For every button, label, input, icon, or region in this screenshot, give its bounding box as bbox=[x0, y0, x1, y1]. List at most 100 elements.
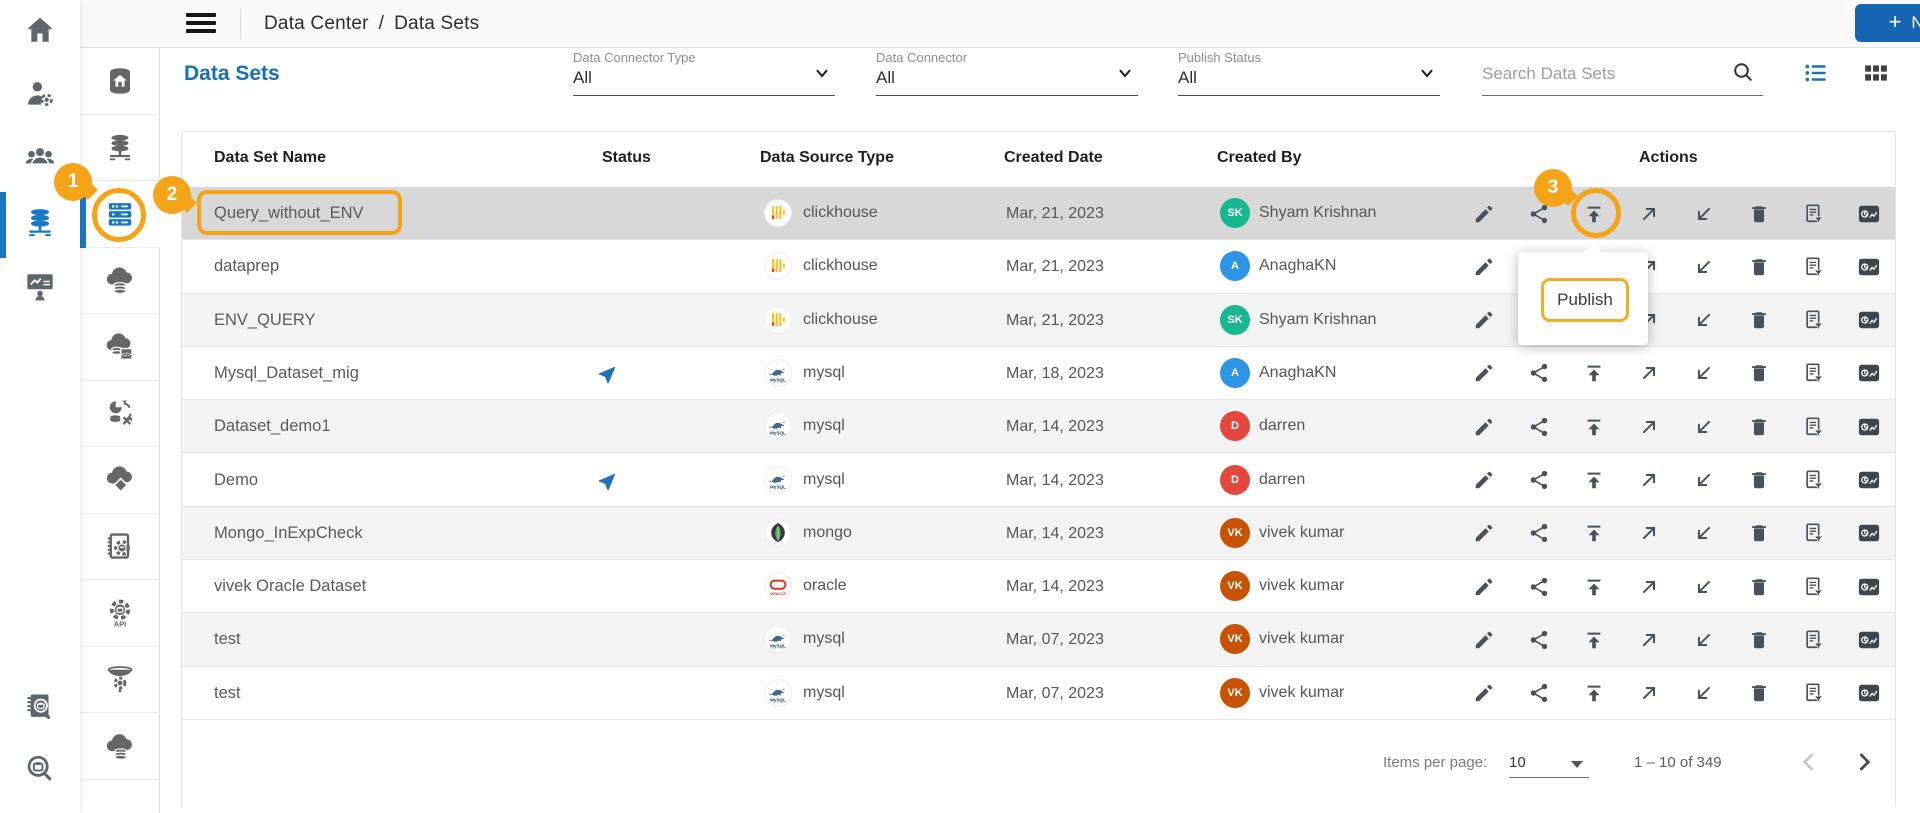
delete-action-icon[interactable] bbox=[1748, 682, 1770, 704]
delete-action-icon[interactable] bbox=[1748, 469, 1770, 491]
edit-action-icon[interactable] bbox=[1473, 362, 1495, 384]
filter-data-connector[interactable]: Data Connector All bbox=[876, 50, 1138, 96]
delete-action-icon[interactable] bbox=[1748, 522, 1770, 544]
publish-action-icon[interactable] bbox=[1583, 682, 1605, 704]
import-action-icon[interactable] bbox=[1693, 682, 1715, 704]
sidebar-item-database-network[interactable] bbox=[80, 115, 160, 181]
data-sources-icon[interactable] bbox=[0, 194, 80, 250]
edit-action-icon[interactable] bbox=[1473, 469, 1495, 491]
filter-data-connector-type[interactable]: Data Connector Type All bbox=[573, 50, 835, 96]
edit-action-icon[interactable] bbox=[1473, 629, 1495, 651]
table-row[interactable]: test MySQL mysql Mar, 07, 2023 VK vivek kumar bbox=[182, 613, 1895, 667]
share-action-icon[interactable] bbox=[1528, 522, 1550, 544]
audit-action-icon[interactable] bbox=[1803, 522, 1825, 544]
sidebar-item-api-services[interactable]: API bbox=[80, 580, 160, 647]
open-action-icon[interactable] bbox=[1638, 469, 1660, 491]
audit-action-icon[interactable] bbox=[1803, 416, 1825, 438]
audit-action-icon[interactable] bbox=[1803, 362, 1825, 384]
import-action-icon[interactable] bbox=[1693, 256, 1715, 278]
share-action-icon[interactable] bbox=[1528, 682, 1550, 704]
table-row[interactable]: test MySQL mysql Mar, 07, 2023 VK vivek kumar bbox=[182, 666, 1895, 720]
delete-action-icon[interactable] bbox=[1748, 256, 1770, 278]
delete-action-icon[interactable] bbox=[1748, 629, 1770, 651]
sidebar-item-data-center-home[interactable] bbox=[80, 48, 160, 115]
import-action-icon[interactable] bbox=[1693, 629, 1715, 651]
share-action-icon[interactable] bbox=[1528, 362, 1550, 384]
delete-action-icon[interactable] bbox=[1748, 309, 1770, 331]
edit-action-icon[interactable] bbox=[1473, 682, 1495, 704]
edit-action-icon[interactable] bbox=[1473, 256, 1495, 278]
profile-action-icon[interactable] bbox=[1858, 203, 1880, 225]
profile-action-icon[interactable] bbox=[1858, 256, 1880, 278]
table-row[interactable]: Query_without_ENV clickhouse Mar, 21, 2023… bbox=[182, 187, 1895, 241]
publish-action-icon[interactable] bbox=[1583, 576, 1605, 598]
edit-action-icon[interactable] bbox=[1473, 522, 1495, 544]
data-catalog-search-icon[interactable] bbox=[0, 679, 80, 735]
profile-action-icon[interactable] bbox=[1858, 469, 1880, 491]
audit-action-icon[interactable] bbox=[1803, 629, 1825, 651]
profile-action-icon[interactable] bbox=[1858, 576, 1880, 598]
filter-publish-status[interactable]: Publish Status All bbox=[1178, 50, 1440, 96]
share-action-icon[interactable] bbox=[1528, 576, 1550, 598]
sidebar-item-cloud-storage[interactable] bbox=[80, 713, 160, 780]
table-row[interactable]: Dataset_demo1 MySQL mysql Mar, 14, 2023 Ddar… bbox=[182, 400, 1895, 454]
edit-action-icon[interactable] bbox=[1473, 576, 1495, 598]
share-action-icon[interactable] bbox=[1528, 416, 1550, 438]
delete-action-icon[interactable] bbox=[1748, 416, 1770, 438]
next-page-icon[interactable] bbox=[1851, 749, 1877, 775]
sidebar-item-cloud-layers[interactable] bbox=[80, 447, 160, 514]
audit-action-icon[interactable] bbox=[1803, 309, 1825, 331]
new-button[interactable]: + New bbox=[1855, 4, 1920, 42]
import-action-icon[interactable] bbox=[1693, 416, 1715, 438]
audit-action-icon[interactable] bbox=[1803, 203, 1825, 225]
import-action-icon[interactable] bbox=[1693, 309, 1715, 331]
edit-action-icon[interactable] bbox=[1473, 203, 1495, 225]
profile-action-icon[interactable] bbox=[1858, 522, 1880, 544]
sidebar-item-cloud-database[interactable] bbox=[80, 248, 160, 314]
profile-action-icon[interactable] bbox=[1858, 309, 1880, 331]
import-action-icon[interactable] bbox=[1693, 362, 1715, 384]
open-action-icon[interactable] bbox=[1638, 522, 1660, 544]
home-icon[interactable] bbox=[0, 2, 80, 58]
search-input[interactable] bbox=[1482, 64, 1712, 84]
table-row[interactable]: Demo MySQL mysql Mar, 14, 2023 Ddarren bbox=[182, 453, 1895, 507]
sidebar-item-data-funnel[interactable] bbox=[80, 647, 160, 713]
open-action-icon[interactable] bbox=[1638, 682, 1660, 704]
publish-action-icon[interactable] bbox=[1583, 629, 1605, 651]
user-admin-icon[interactable] bbox=[0, 66, 80, 122]
profile-action-icon[interactable] bbox=[1858, 362, 1880, 384]
delete-action-icon[interactable] bbox=[1748, 576, 1770, 598]
table-row[interactable]: vivek Oracle Dataset ORACLE oracle Mar, 14,… bbox=[182, 560, 1895, 614]
import-action-icon[interactable] bbox=[1693, 522, 1715, 544]
list-view-icon[interactable] bbox=[1802, 60, 1830, 86]
import-action-icon[interactable] bbox=[1693, 469, 1715, 491]
open-action-icon[interactable] bbox=[1638, 576, 1660, 598]
hamburger-menu-icon[interactable] bbox=[186, 13, 216, 35]
sidebar-item-data-sync[interactable] bbox=[80, 381, 160, 447]
open-action-icon[interactable] bbox=[1638, 203, 1660, 225]
table-row[interactable]: Mysql_Dataset_mig MySQL mysql Mar, 18, 2023… bbox=[182, 346, 1895, 401]
table-row[interactable]: Mongo_InExpCheck mongo Mar, 14, 2023 VK vive… bbox=[182, 506, 1895, 561]
audit-action-icon[interactable] bbox=[1803, 469, 1825, 491]
audit-action-icon[interactable] bbox=[1803, 682, 1825, 704]
publish-action-icon[interactable] bbox=[1583, 416, 1605, 438]
search-icon[interactable] bbox=[1731, 60, 1755, 84]
sidebar-item-data-code[interactable]: </> bbox=[80, 314, 160, 381]
share-action-icon[interactable] bbox=[1528, 629, 1550, 651]
delete-action-icon[interactable] bbox=[1748, 203, 1770, 225]
publish-action-icon[interactable] bbox=[1583, 522, 1605, 544]
data-search-icon[interactable] bbox=[0, 741, 80, 797]
previous-page-icon[interactable] bbox=[1796, 749, 1822, 775]
open-action-icon[interactable] bbox=[1638, 416, 1660, 438]
sidebar-item-data-config[interactable] bbox=[80, 514, 160, 580]
audit-action-icon[interactable] bbox=[1803, 256, 1825, 278]
share-action-icon[interactable] bbox=[1528, 469, 1550, 491]
grid-view-icon[interactable] bbox=[1862, 60, 1890, 86]
delete-action-icon[interactable] bbox=[1748, 362, 1770, 384]
profile-action-icon[interactable] bbox=[1858, 682, 1880, 704]
publish-action-icon[interactable] bbox=[1583, 469, 1605, 491]
profile-action-icon[interactable] bbox=[1858, 416, 1880, 438]
audit-action-icon[interactable] bbox=[1803, 576, 1825, 598]
open-action-icon[interactable] bbox=[1638, 362, 1660, 384]
edit-action-icon[interactable] bbox=[1473, 309, 1495, 331]
